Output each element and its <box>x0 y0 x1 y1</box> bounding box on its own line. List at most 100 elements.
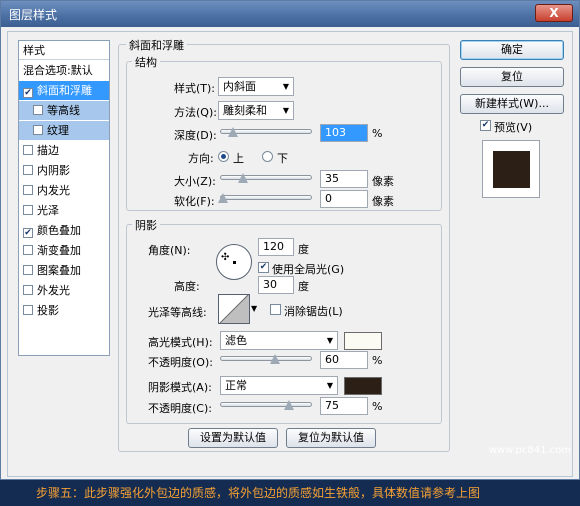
shading-title: 阴影 <box>132 217 160 233</box>
angle-input[interactable]: 120 <box>258 238 294 256</box>
style-list-item-drop-shadow[interactable]: 投影 <box>19 301 109 320</box>
checkbox-icon[interactable] <box>23 245 33 255</box>
style-list-item-label: 光泽 <box>37 204 59 217</box>
preview-swatch <box>493 151 530 188</box>
style-list-header[interactable]: 样式 <box>19 41 109 60</box>
size-input[interactable]: 35 <box>320 170 368 188</box>
style-list-item-bevel-emboss[interactable]: ✔ 斜面和浮雕 <box>19 81 109 100</box>
direction-down-radio[interactable] <box>262 151 273 162</box>
dropdown-arrow-icon: ▼ <box>326 336 333 345</box>
style-preview-thumbnail <box>482 140 540 198</box>
depth-slider[interactable] <box>220 125 312 139</box>
style-list-item-outer-glow[interactable]: 外发光 <box>19 281 109 300</box>
slider-track <box>220 356 312 361</box>
preview-label: 预览(V) <box>494 121 533 134</box>
slider-thumb[interactable] <box>228 127 238 137</box>
size-slider[interactable] <box>220 171 312 185</box>
highlight-color-swatch[interactable] <box>344 332 382 350</box>
ok-button[interactable]: 确定 <box>460 40 564 60</box>
checkbox-icon[interactable] <box>33 105 43 115</box>
depth-unit: % <box>372 127 383 140</box>
crosshair-icon: ✣ <box>221 252 230 263</box>
angle-unit: 度 <box>298 243 309 256</box>
new-style-button[interactable]: 新建样式(W)... <box>460 94 564 114</box>
checkbox-icon[interactable] <box>23 165 33 175</box>
slider-thumb[interactable] <box>284 400 294 410</box>
checkbox-icon[interactable]: ✔ <box>23 228 33 238</box>
highlight-mode-label: 高光模式(H): <box>148 336 213 349</box>
checkbox-icon[interactable] <box>23 205 33 215</box>
preview-checkbox[interactable]: ✔ <box>480 120 491 131</box>
direction-up-label: 上 <box>233 152 244 165</box>
style-select-value: 内斜面 <box>223 80 256 93</box>
slider-thumb[interactable] <box>270 354 280 364</box>
close-button[interactable]: X <box>535 4 573 22</box>
reset-default-button[interactable]: 复位为默认值 <box>286 428 376 448</box>
style-list-item-satin[interactable]: 光泽 <box>19 201 109 220</box>
style-list: 样式 混合选项:默认 ✔ 斜面和浮雕 等高线 纹理 描边 内阴影 内发光 光泽 ✔… <box>18 40 110 356</box>
depth-input[interactable]: 103 <box>320 124 368 142</box>
shadow-opacity-slider[interactable] <box>220 398 312 412</box>
highlight-mode-select[interactable]: 滤色 ▼ <box>220 331 338 350</box>
style-list-item-label: 内阴影 <box>37 164 70 177</box>
global-light-checkbox[interactable]: ✔ <box>258 262 269 273</box>
soften-unit: 像素 <box>372 195 394 208</box>
size-unit: 像素 <box>372 175 394 188</box>
dropdown-arrow-icon[interactable]: ▼ <box>251 304 257 313</box>
shadow-opacity-unit: % <box>372 400 383 413</box>
style-list-item-pattern-overlay[interactable]: 图案叠加 <box>19 261 109 280</box>
set-default-button[interactable]: 设置为默认值 <box>188 428 278 448</box>
reset-button[interactable]: 复位 <box>460 67 564 87</box>
anti-alias-checkbox[interactable] <box>270 304 281 315</box>
checkbox-icon[interactable]: ✔ <box>23 88 33 98</box>
style-list-item-label: 渐变叠加 <box>37 244 81 257</box>
style-list-item-blending-options[interactable]: 混合选项:默认 <box>19 61 109 80</box>
method-label: 方法(Q): <box>174 106 217 119</box>
angle-dial[interactable]: ✣ <box>216 244 252 280</box>
style-list-item-inner-glow[interactable]: 内发光 <box>19 181 109 200</box>
angle-dot <box>233 261 236 264</box>
direction-label: 方向: <box>188 152 214 165</box>
depth-label: 深度(D): <box>174 129 217 142</box>
checkbox-icon[interactable] <box>23 285 33 295</box>
style-list-item-inner-shadow[interactable]: 内阴影 <box>19 161 109 180</box>
altitude-unit: 度 <box>298 280 309 293</box>
style-list-item-gradient-overlay[interactable]: 渐变叠加 <box>19 241 109 260</box>
style-list-item-contour[interactable]: 等高线 <box>19 101 109 120</box>
bevel-emboss-title: 斜面和浮雕 <box>126 37 187 53</box>
highlight-opacity-input[interactable]: 60 <box>320 351 368 369</box>
checkbox-icon[interactable] <box>33 125 43 135</box>
gloss-contour-picker[interactable] <box>218 294 250 324</box>
style-list-item-texture[interactable]: 纹理 <box>19 121 109 140</box>
altitude-label: 高度: <box>174 280 200 293</box>
style-list-item-label: 图案叠加 <box>37 264 81 277</box>
checkbox-icon[interactable] <box>23 145 33 155</box>
title-bar: 图层样式 X <box>1 1 579 27</box>
slider-thumb[interactable] <box>218 193 228 203</box>
style-list-item-label: 颜色叠加 <box>37 224 81 237</box>
style-list-item-color-overlay[interactable]: ✔ 颜色叠加 <box>19 221 109 240</box>
watermark: www.pc841.com <box>488 445 571 456</box>
highlight-opacity-slider[interactable] <box>220 352 312 366</box>
shadow-mode-value: 正常 <box>225 379 247 392</box>
window-title: 图层样式 <box>9 8 58 22</box>
style-list-item-label: 内发光 <box>37 184 70 197</box>
slider-thumb[interactable] <box>238 173 248 183</box>
highlight-opacity-label: 不透明度(O): <box>148 356 213 369</box>
soften-input[interactable]: 0 <box>320 190 368 208</box>
altitude-input[interactable]: 30 <box>258 276 294 294</box>
highlight-opacity-unit: % <box>372 354 383 367</box>
gloss-contour-label: 光泽等高线: <box>148 306 207 319</box>
checkbox-icon[interactable] <box>23 265 33 275</box>
shadow-mode-select[interactable]: 正常 ▼ <box>220 376 338 395</box>
style-select[interactable]: 内斜面 ▼ <box>218 77 294 96</box>
soften-slider[interactable] <box>218 191 312 205</box>
checkbox-icon[interactable] <box>23 185 33 195</box>
method-select[interactable]: 雕刻柔和 ▼ <box>218 101 294 120</box>
shadow-color-swatch[interactable] <box>344 377 382 395</box>
style-list-item-stroke[interactable]: 描边 <box>19 141 109 160</box>
shadow-opacity-input[interactable]: 75 <box>320 397 368 415</box>
soften-label: 软化(F): <box>174 195 215 208</box>
direction-up-radio[interactable] <box>218 151 229 162</box>
checkbox-icon[interactable] <box>23 305 33 315</box>
